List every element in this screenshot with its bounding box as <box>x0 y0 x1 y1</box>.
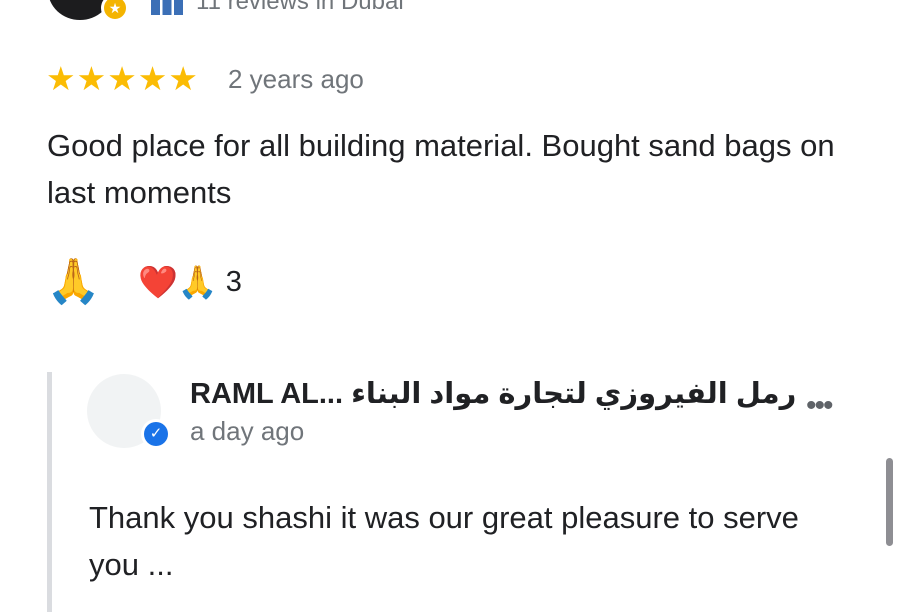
star-icon: ★ <box>46 60 76 97</box>
review-date: 2 years ago <box>228 64 364 94</box>
reaction-count: 3 <box>225 265 242 298</box>
reply-date: a day ago <box>190 416 305 446</box>
star-icon: ★ <box>107 60 137 97</box>
star-rating: ★ ★ ★ ★ ★ <box>46 62 198 95</box>
star-icon: ★ <box>76 60 107 97</box>
city-icon <box>151 0 183 15</box>
star-icon: ★ <box>168 60 198 97</box>
verified-badge-icon: ✓ <box>141 419 171 449</box>
reaction-summary[interactable]: ❤️🙏 3 <box>138 262 242 302</box>
star-icon: ★ <box>137 60 168 97</box>
reply-divider <box>47 372 52 612</box>
scrollbar[interactable] <box>886 458 893 546</box>
owner-name: RAML AL... رمل الفيروزي لتجارة مواد البن… <box>190 378 797 410</box>
checkmark-icon: ✓ <box>144 422 168 446</box>
reviewer-reviews-count[interactable]: 11 reviews in Dubai <box>196 0 404 16</box>
owner-reply-text[interactable]: Thank you shashi it was our great pleasu… <box>89 494 809 588</box>
reaction-emojis: ❤️🙏 <box>138 264 218 300</box>
react-button[interactable]: 🙏 <box>46 256 101 308</box>
more-options-icon[interactable]: ••• <box>806 391 833 421</box>
review-text: Good place for all building material. Bo… <box>47 128 835 210</box>
local-guide-badge-icon: ★ <box>101 0 129 22</box>
